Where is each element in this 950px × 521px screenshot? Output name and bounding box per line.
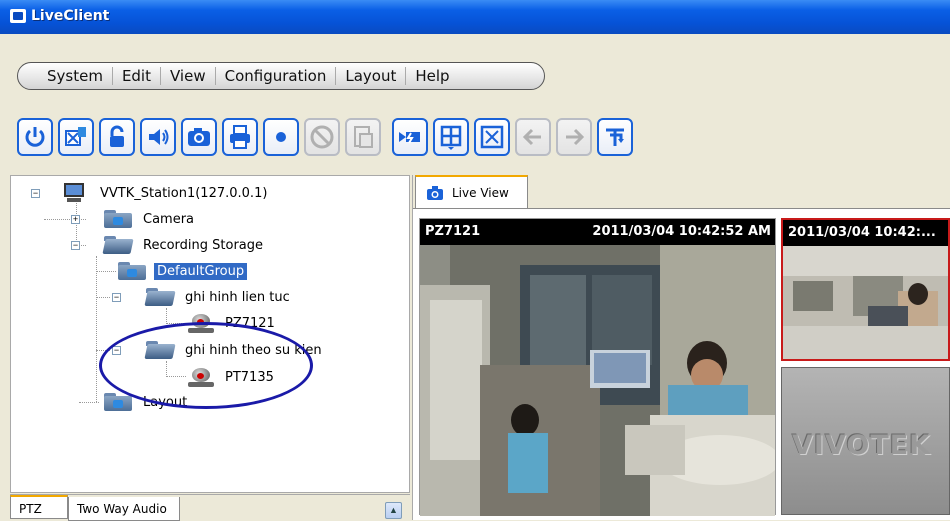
tree-item-pt7135[interactable]: PT7135 — [186, 365, 277, 389]
camera-icon — [427, 185, 443, 200]
next-button[interactable] — [556, 118, 592, 156]
tree-item-recording-storage[interactable]: Recording Storage — [102, 233, 266, 257]
camera-folder-icon — [104, 210, 132, 228]
print-icon — [230, 125, 250, 149]
app-icon — [10, 9, 26, 23]
menu-help[interactable]: Help — [406, 67, 458, 85]
audio-button[interactable] — [140, 118, 176, 156]
open-folder-icon — [102, 236, 134, 254]
stop-button[interactable] — [304, 118, 340, 156]
video-scene-image — [783, 246, 948, 359]
event-group-collapse-toggle[interactable]: − — [112, 346, 121, 355]
pz7121-label: PZ7121 — [225, 315, 275, 331]
station-icon — [65, 127, 86, 146]
window-title: LiveClient — [31, 8, 110, 24]
ptz-camera-icon — [186, 366, 216, 388]
recording-storage-collapse-toggle[interactable]: − — [71, 241, 80, 250]
snapshot-camera-icon — [188, 128, 210, 146]
open-folder-icon — [144, 341, 176, 359]
page-icon — [354, 126, 373, 148]
continuous-group-label: ghi hinh lien tuc — [185, 289, 290, 305]
pane-camera-name: PZ7121 — [425, 224, 481, 239]
layout-label: Layout — [143, 394, 188, 410]
video-pane-main[interactable]: PZ7121 2011/03/04 10:42:52 AM — [419, 218, 776, 516]
ptz-camera-icon — [186, 312, 216, 334]
arrow-left-icon — [522, 128, 541, 146]
tree-item-event-group[interactable]: ghi hinh theo su kien — [144, 338, 325, 362]
layout-grid-button[interactable] — [433, 118, 469, 156]
station-collapse-toggle[interactable]: − — [31, 189, 40, 198]
restore-icon — [606, 128, 624, 146]
tree-item-default-group[interactable]: DefaultGroup — [118, 259, 248, 283]
tree-item-layout[interactable]: Layout — [104, 390, 190, 414]
title-bar: LiveClient — [0, 0, 950, 34]
scroll-up-button[interactable]: ▲ — [385, 502, 402, 519]
patrol-icon — [399, 132, 420, 144]
tree-item-pz7121[interactable]: PZ7121 — [186, 311, 278, 335]
fullscreen-icon — [480, 125, 504, 149]
menu-bar: System Edit View Configuration Layout He… — [17, 62, 545, 90]
tab-ptz[interactable]: PTZ — [10, 495, 68, 519]
fullscreen-button[interactable] — [474, 118, 510, 156]
lock-icon — [110, 125, 124, 147]
tree-item-continuous-group[interactable]: ghi hinh lien tuc — [144, 285, 293, 309]
video-pane-empty[interactable]: VIVOTEK — [781, 367, 950, 515]
pane-timestamp: 2011/03/04 10:42:... — [788, 225, 936, 240]
menu-view[interactable]: View — [161, 67, 216, 85]
lock-button[interactable] — [99, 118, 135, 156]
video-pane-secondary[interactable]: 2011/03/04 10:42:... — [781, 218, 950, 361]
pt7135-label: PT7135 — [225, 369, 274, 385]
speaker-icon — [149, 129, 169, 145]
menu-layout[interactable]: Layout — [336, 67, 407, 85]
pane-header: 2011/03/04 10:42:... — [783, 220, 948, 246]
default-group-label: DefaultGroup — [154, 262, 248, 280]
toolbar — [17, 112, 638, 162]
menu-edit[interactable]: Edit — [113, 67, 161, 85]
bottom-tab-strip: PTZ Two Way Audio — [10, 494, 410, 521]
record-button[interactable] — [263, 118, 299, 156]
power-icon — [25, 127, 45, 147]
tab-two-way-audio[interactable]: Two Way Audio — [68, 497, 180, 521]
layout-grid-icon — [440, 125, 462, 150]
recording-storage-label: Recording Storage — [143, 237, 264, 253]
computer-icon — [63, 183, 85, 203]
vivotek-logo: VIVOTEK — [792, 430, 932, 461]
snapshot-button[interactable] — [181, 118, 217, 156]
print-button[interactable] — [222, 118, 258, 156]
live-view-tab-label: Live View — [452, 185, 509, 200]
arrow-right-icon — [566, 128, 585, 146]
video-frame — [420, 245, 775, 516]
continuous-group-collapse-toggle[interactable]: − — [112, 293, 121, 302]
stop-icon — [310, 125, 334, 149]
camera-expand-toggle[interactable]: + — [71, 215, 80, 224]
record-icon — [276, 132, 286, 142]
page-button[interactable] — [345, 118, 381, 156]
tree-item-station[interactable]: VVTK_Station1(127.0.0.1) — [63, 181, 270, 205]
restore-button[interactable] — [597, 118, 633, 156]
pane-timestamp: 2011/03/04 10:42:52 AM — [592, 224, 771, 239]
menu-configuration[interactable]: Configuration — [216, 67, 337, 85]
open-folder-icon — [144, 288, 176, 306]
tree-item-camera[interactable]: Camera — [104, 207, 197, 231]
station-label: VVTK_Station1(127.0.0.1) — [100, 185, 268, 201]
group-folder-icon — [118, 262, 146, 280]
pane-header: PZ7121 2011/03/04 10:42:52 AM — [420, 219, 775, 245]
video-frame — [783, 246, 948, 359]
event-group-label: ghi hinh theo su kien — [185, 342, 322, 358]
camera-label: Camera — [143, 211, 195, 227]
menu-system[interactable]: System — [38, 67, 113, 85]
device-tree-panel: − VVTK_Station1(127.0.0.1) + Camera − Re… — [10, 175, 410, 493]
station-button[interactable] — [58, 118, 94, 156]
layout-folder-icon — [104, 393, 132, 411]
patrol-button[interactable] — [392, 118, 428, 156]
previous-button[interactable] — [515, 118, 551, 156]
video-scene-image — [420, 245, 775, 516]
tab-live-view[interactable]: Live View — [415, 175, 528, 208]
power-button[interactable] — [17, 118, 53, 156]
